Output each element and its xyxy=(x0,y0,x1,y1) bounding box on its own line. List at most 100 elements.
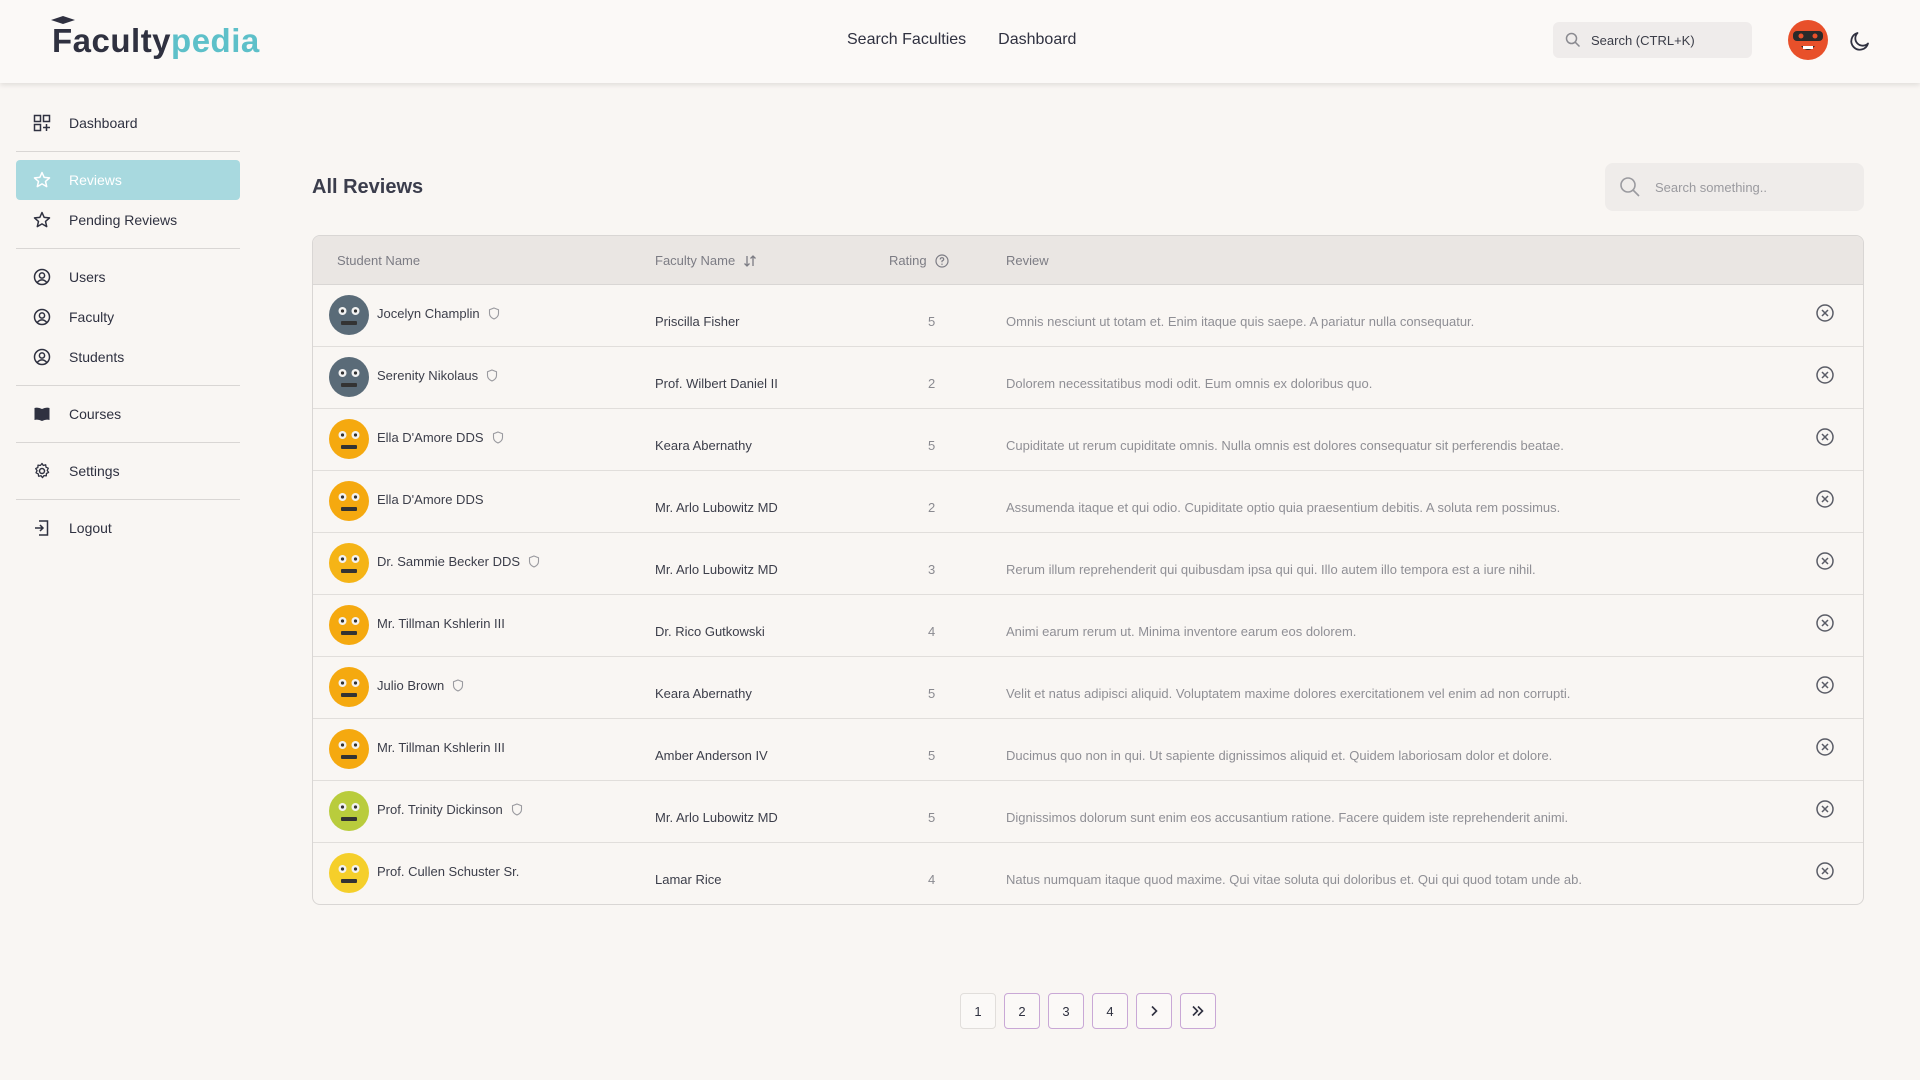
delete-review-icon[interactable] xyxy=(1815,551,1835,571)
sidebar-item-courses[interactable]: Courses xyxy=(16,394,240,434)
review-text: Cupiditate ut rerum cupiditate omnis. Nu… xyxy=(1006,438,1564,453)
review-text: Ducimus quo non in qui. Ut sapiente dign… xyxy=(1006,748,1553,763)
next-page-button[interactable] xyxy=(1136,993,1172,1029)
student-name-cell: Dr. Sammie Becker DDS xyxy=(377,554,540,569)
last-page-button[interactable] xyxy=(1180,993,1216,1029)
col-label: Faculty Name xyxy=(655,253,736,268)
moon-icon[interactable] xyxy=(1848,29,1872,53)
delete-review-icon[interactable] xyxy=(1815,427,1835,447)
global-search[interactable]: Search (CTRL+K) xyxy=(1553,22,1752,58)
table-row: Jocelyn Champlin Priscilla Fisher 5 Omnis n… xyxy=(313,285,1863,347)
student-name-cell: Jocelyn Champlin xyxy=(377,306,500,321)
rating-value: 3 xyxy=(928,562,936,577)
col-label: Student Name xyxy=(337,253,421,268)
shield-icon xyxy=(528,555,540,568)
rating-value: 5 xyxy=(928,438,936,453)
student-name: Dr. Sammie Becker DDS xyxy=(377,554,521,569)
logo[interactable]: Faculty pedia xyxy=(51,16,260,60)
table-row: Mr. Tillman Kshlerin III Dr. Rico Gutkows… xyxy=(313,595,1863,657)
student-avatar xyxy=(329,667,369,707)
student-avatar xyxy=(329,481,369,521)
delete-review-icon[interactable] xyxy=(1815,303,1835,323)
sidebar-item-dashboard[interactable]: Dashboard xyxy=(16,103,240,143)
sidebar-item-label: Faculty xyxy=(69,309,115,325)
student-name: Jocelyn Champlin xyxy=(377,306,480,321)
faculty-name: Keara Abernathy xyxy=(655,686,752,701)
student-name: Serenity Nikolaus xyxy=(377,368,479,383)
student-avatar xyxy=(329,543,369,583)
dashboard-icon xyxy=(33,114,51,132)
sidebar-item-label: Settings xyxy=(69,463,120,479)
global-search-placeholder: Search (CTRL+K) xyxy=(1591,32,1695,48)
shield-icon xyxy=(487,369,498,382)
delete-review-icon[interactable] xyxy=(1815,613,1835,633)
page-4-button[interactable]: 4 xyxy=(1092,993,1128,1029)
page-1-button[interactable]: 1 xyxy=(960,993,996,1029)
student-name-cell: Julio Brown xyxy=(377,678,464,693)
user-avatar[interactable] xyxy=(1788,20,1828,60)
table-body: Jocelyn Champlin Priscilla Fisher 5 Omnis n… xyxy=(313,285,1863,904)
nav-search-faculties[interactable]: Search Faculties xyxy=(847,31,966,49)
shield-icon xyxy=(453,679,464,692)
help-icon[interactable] xyxy=(934,253,949,268)
sidebar-item-settings[interactable]: Settings xyxy=(16,451,240,491)
rating-value: 2 xyxy=(928,500,936,515)
delete-review-icon[interactable] xyxy=(1815,365,1835,385)
student-name-cell: Mr. Tillman Kshlerin III xyxy=(377,740,505,755)
page-2-button[interactable]: 2 xyxy=(1004,993,1040,1029)
student-name-cell: Ella D'Amore DDS xyxy=(377,492,484,507)
student-name: Prof. Cullen Schuster Sr. xyxy=(377,864,520,879)
page-title: All Reviews xyxy=(312,176,424,198)
student-name-cell: Prof. Trinity Dickinson xyxy=(377,802,523,817)
student-name: Ella D'Amore DDS xyxy=(377,492,484,507)
col-rating: Rating xyxy=(889,253,949,268)
divider xyxy=(16,385,240,386)
student-name-cell: Ella D'Amore DDS xyxy=(377,430,504,445)
nav-dashboard[interactable]: Dashboard xyxy=(998,31,1076,49)
delete-review-icon[interactable] xyxy=(1815,861,1835,881)
page-3-button[interactable]: 3 xyxy=(1048,993,1084,1029)
student-avatar xyxy=(329,729,369,769)
top-bar: Faculty pedia Search Faculties Dashboard… xyxy=(0,0,1920,83)
sidebar-item-reviews[interactable]: Reviews xyxy=(16,160,240,200)
table-row: Ella D'Amore DDS Mr. Arlo Lubowitz MD 2 Ass… xyxy=(313,471,1863,533)
sidebar-item-faculty[interactable]: Faculty xyxy=(16,297,240,337)
book-icon xyxy=(34,407,50,421)
faculty-name: Mr. Arlo Lubowitz MD xyxy=(655,500,778,515)
table-row: Prof. Cullen Schuster Sr. Lamar Rice 4 Natu… xyxy=(313,843,1863,904)
faculty-name: Priscilla Fisher xyxy=(655,314,740,329)
reviews-search-input[interactable]: Search something.. xyxy=(1605,163,1864,211)
sort-icon[interactable] xyxy=(743,254,757,268)
student-avatar xyxy=(329,295,369,335)
delete-review-icon[interactable] xyxy=(1815,737,1835,757)
delete-review-icon[interactable] xyxy=(1815,675,1835,695)
user-circle-icon xyxy=(33,348,51,366)
sidebar-item-label: Pending Reviews xyxy=(69,212,178,228)
student-name-cell: Serenity Nikolaus xyxy=(377,368,498,383)
logout-icon xyxy=(35,520,49,536)
table-row: Mr. Tillman Kshlerin III Amber Anderson I… xyxy=(313,719,1863,781)
col-review: Review xyxy=(1006,253,1049,268)
faculty-name: Amber Anderson IV xyxy=(655,748,768,763)
sidebar-item-users[interactable]: Users xyxy=(16,257,240,297)
pagination: 1 2 3 4 xyxy=(960,993,1216,1029)
col-faculty-name[interactable]: Faculty Name xyxy=(655,253,757,268)
review-text: Natus numquam itaque quod maxime. Qui vi… xyxy=(1006,872,1582,887)
sidebar-item-logout[interactable]: Logout xyxy=(16,508,240,548)
rating-value: 4 xyxy=(928,872,936,887)
user-circle-icon xyxy=(33,268,51,286)
table-row: Serenity Nikolaus Prof. Wilbert Daniel II… xyxy=(313,347,1863,409)
col-label: Review xyxy=(1006,253,1049,268)
sidebar-item-students[interactable]: Students xyxy=(16,337,240,377)
delete-review-icon[interactable] xyxy=(1815,489,1835,509)
divider xyxy=(16,442,240,443)
sidebar-item-pending-reviews[interactable]: Pending Reviews xyxy=(16,200,240,240)
table-row: Prof. Trinity Dickinson Mr. Arlo Lubowitz… xyxy=(313,781,1863,843)
divider xyxy=(16,248,240,249)
table-header: Student Name Faculty Name Rating Review xyxy=(313,236,1863,285)
faculty-name: Keara Abernathy xyxy=(655,438,752,453)
student-avatar xyxy=(329,791,369,831)
delete-review-icon[interactable] xyxy=(1815,799,1835,819)
shield-icon xyxy=(511,803,522,816)
review-text: Assumenda itaque et qui odio. Cupiditate… xyxy=(1006,500,1561,515)
